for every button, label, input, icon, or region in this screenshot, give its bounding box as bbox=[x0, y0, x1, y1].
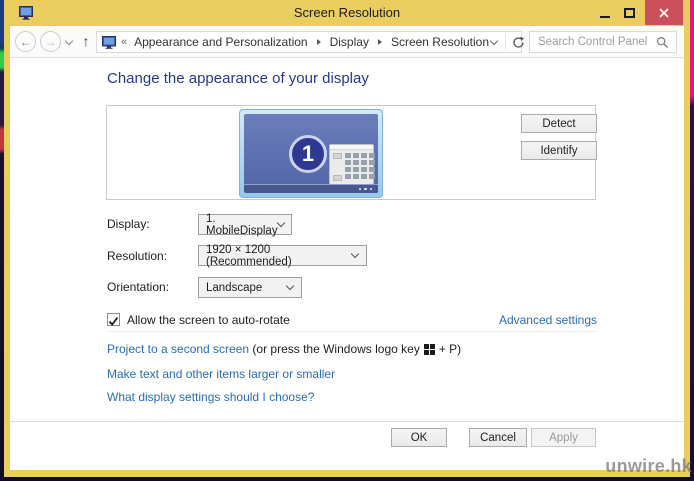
project-hint-text: (or press the Windows logo key bbox=[249, 342, 420, 356]
orientation-label: Orientation: bbox=[107, 280, 170, 294]
divider bbox=[505, 34, 507, 50]
watermark: unwire.hk bbox=[605, 456, 692, 476]
project-second-screen-link[interactable]: Project to a second screen bbox=[107, 342, 249, 356]
chevron-down-icon bbox=[285, 281, 295, 291]
address-bar[interactable]: « Appearance and Personalization Display… bbox=[96, 31, 525, 53]
breadcrumb-screen-resolution[interactable]: Screen Resolution bbox=[389, 35, 491, 49]
page-title: Change the appearance of your display bbox=[107, 70, 369, 87]
search-box bbox=[529, 31, 677, 53]
identify-button[interactable]: Identify bbox=[521, 141, 597, 160]
title-bar[interactable]: Screen Resolution bbox=[4, 0, 690, 26]
orientation-value: Landscape bbox=[206, 281, 263, 294]
navigation-bar: ← → ↑ « Appearance and Personalization D… bbox=[10, 26, 684, 58]
breadcrumb-overflow-chevrons[interactable]: « bbox=[121, 36, 127, 48]
project-second-screen-row: Project to a second screen (or press the… bbox=[107, 342, 461, 356]
desktop-edge-right bbox=[690, 0, 694, 481]
recent-pages-chevron-icon[interactable] bbox=[64, 36, 74, 46]
display-icon bbox=[102, 35, 116, 49]
search-input[interactable] bbox=[530, 36, 652, 48]
search-icon[interactable] bbox=[656, 36, 669, 49]
checkmark-icon bbox=[108, 316, 119, 326]
auto-rotate-checkbox[interactable] bbox=[107, 313, 120, 326]
what-settings-link[interactable]: What display settings should I choose? bbox=[107, 390, 314, 404]
auto-rotate-label[interactable]: Allow the screen to auto-rotate bbox=[127, 313, 290, 327]
what-settings-row: What display settings should I choose? bbox=[107, 390, 314, 404]
cancel-button[interactable]: Cancel bbox=[469, 428, 527, 447]
refresh-icon[interactable] bbox=[512, 36, 525, 49]
make-text-larger-link[interactable]: Make text and other items larger or smal… bbox=[107, 367, 335, 381]
display-dropdown[interactable]: 1. MobileDisplay bbox=[198, 212, 292, 237]
maximize-icon bbox=[623, 7, 635, 18]
monitor-number-badge: 1 bbox=[289, 135, 327, 173]
ellipsis-dots-icon bbox=[358, 187, 372, 190]
desktop: Screen Resolution ← → ↑ « Appearance and… bbox=[0, 0, 694, 481]
monitor-screen: 1 bbox=[244, 114, 378, 193]
orientation-dropdown[interactable]: Landscape bbox=[198, 277, 302, 298]
start-screen-thumbnail-icon bbox=[329, 144, 375, 185]
content-panel: Change the appearance of your display 1 bbox=[10, 58, 684, 470]
breadcrumb-separator-icon[interactable] bbox=[316, 39, 321, 45]
divider bbox=[107, 331, 597, 332]
minimize-button[interactable] bbox=[594, 0, 616, 25]
divider bbox=[10, 421, 684, 422]
close-button[interactable] bbox=[645, 0, 683, 25]
window-title: Screen Resolution bbox=[293, 5, 401, 20]
forward-button[interactable]: → bbox=[40, 31, 61, 52]
detect-button[interactable]: Detect bbox=[521, 114, 597, 133]
project-hint-text-end: + P) bbox=[438, 342, 462, 356]
resolution-value: 1920 × 1200 (Recommended) bbox=[206, 243, 292, 268]
screen-resolution-window: Screen Resolution ← → ↑ « Appearance and… bbox=[4, 0, 690, 477]
apply-button: Apply bbox=[531, 428, 596, 447]
back-button[interactable]: ← bbox=[15, 31, 36, 52]
make-text-larger-row: Make text and other items larger or smal… bbox=[107, 367, 335, 381]
address-dropdown-chevron-icon[interactable] bbox=[489, 36, 499, 45]
maximize-button[interactable] bbox=[618, 0, 640, 25]
breadcrumb-appearance-personalization[interactable]: Appearance and Personalization bbox=[132, 35, 309, 49]
advanced-settings-link[interactable]: Advanced settings bbox=[499, 313, 597, 327]
display-label: Display: bbox=[107, 217, 150, 231]
chevron-down-icon bbox=[350, 249, 360, 259]
address-bar-controls bbox=[489, 34, 531, 50]
breadcrumb-display[interactable]: Display bbox=[328, 35, 371, 49]
minimize-icon bbox=[600, 15, 610, 18]
breadcrumb-separator-icon[interactable] bbox=[377, 39, 382, 45]
resolution-dropdown[interactable]: 1920 × 1200 (Recommended) bbox=[198, 243, 367, 268]
close-icon bbox=[659, 7, 669, 18]
windows-logo-icon bbox=[423, 343, 435, 355]
resolution-label: Resolution: bbox=[107, 249, 168, 263]
monitor-preview-box: 1 Detect Identify bbox=[106, 105, 597, 200]
monitor-taskbar-strip bbox=[244, 184, 378, 193]
ok-button[interactable]: OK bbox=[391, 428, 447, 447]
up-button[interactable]: ↑ bbox=[77, 31, 95, 52]
monitor-1-thumbnail[interactable]: 1 bbox=[239, 109, 383, 198]
display-value: 1. MobileDisplay bbox=[206, 212, 278, 237]
